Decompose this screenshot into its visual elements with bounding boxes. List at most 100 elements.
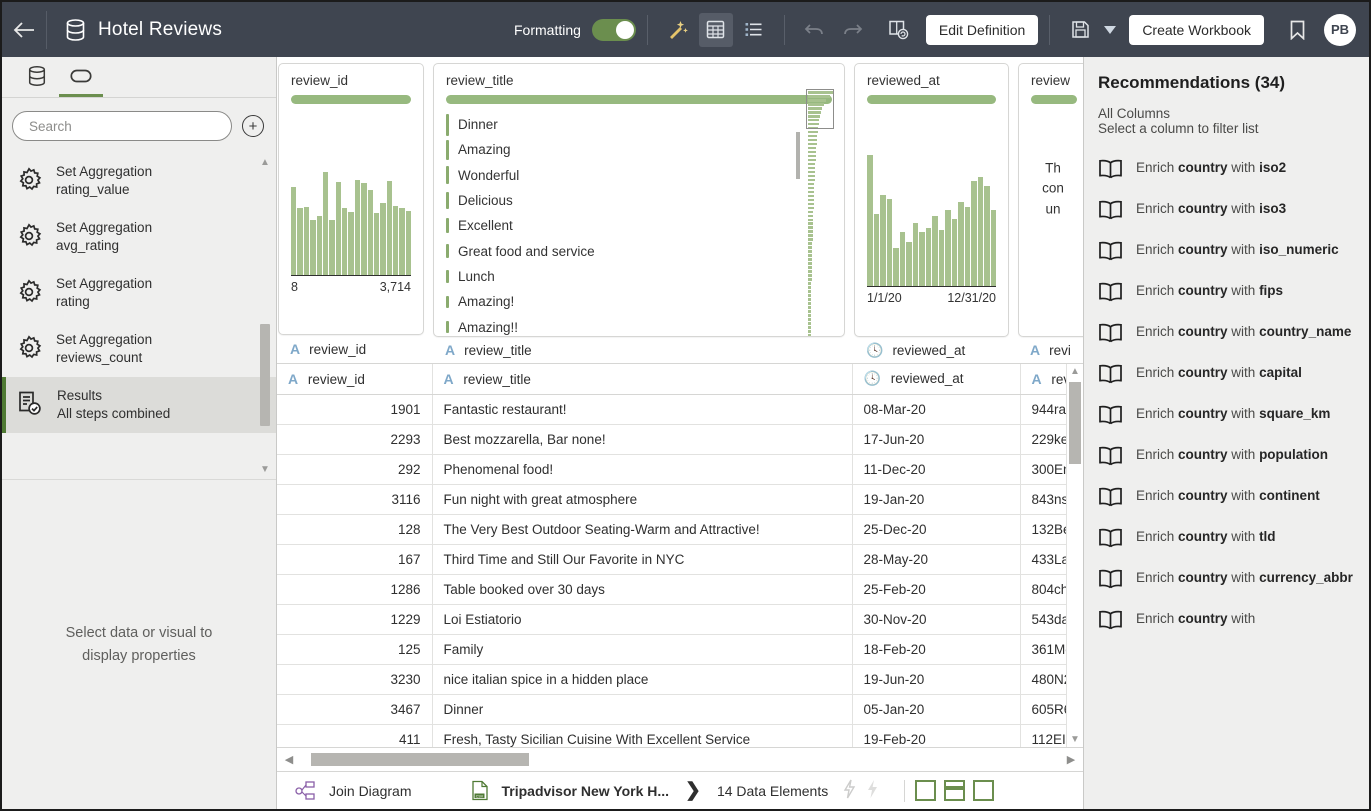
table-row[interactable]: 125Family18-Feb-20361Me xyxy=(277,634,1083,664)
recommendation-item[interactable]: Enrich country with iso_numeric xyxy=(1098,232,1355,273)
recommendation-item[interactable]: Enrich country with population xyxy=(1098,437,1355,478)
lightning-disabled-icon[interactable] xyxy=(842,779,857,802)
edit-definition-button[interactable]: Edit Definition xyxy=(926,15,1038,45)
card-title: reviewed_at xyxy=(867,73,996,88)
category-row[interactable]: Amazing xyxy=(446,137,832,162)
add-step-button[interactable]: + xyxy=(242,115,264,137)
distribution-minimap[interactable] xyxy=(808,91,834,328)
recommendation-label: Enrich country with capital xyxy=(1136,363,1302,382)
step-item[interactable]: Set Aggregationavg_rating xyxy=(2,209,276,265)
table-row[interactable]: 1286Table booked over 30 days25-Feb-2080… xyxy=(277,574,1083,604)
grid-hscroll-thumb[interactable] xyxy=(311,753,529,766)
grid-view-icon[interactable] xyxy=(699,13,733,47)
recommendation-item[interactable]: Enrich country with iso2 xyxy=(1098,150,1355,191)
category-row[interactable]: Lunch xyxy=(446,264,832,289)
column-header[interactable]: A review_id xyxy=(277,364,432,394)
table-row[interactable]: 167Third Time and Still Our Favorite in … xyxy=(277,544,1083,574)
scroll-up-arrow[interactable]: ▲ xyxy=(257,157,273,168)
source-chevron-icon[interactable]: ❯ xyxy=(685,779,701,802)
table-row[interactable]: 3230nice italian spice in a hidden place… xyxy=(277,664,1083,694)
scroll-down-arrow[interactable]: ▼ xyxy=(257,464,273,475)
reset-profile-icon[interactable] xyxy=(882,13,916,47)
recommendations-filter[interactable]: All Columns xyxy=(1098,106,1355,121)
table-row[interactable]: 411Fresh, Tasty Sicilian Cuisine With Ex… xyxy=(277,724,1083,747)
recommendation-label: Enrich country with iso_numeric xyxy=(1136,240,1339,259)
create-workbook-button[interactable]: Create Workbook xyxy=(1129,15,1264,45)
table-row[interactable]: 3467Dinner05-Jan-20605R6 xyxy=(277,694,1083,724)
table-header-row: A review_idA review_title🕓 reviewed_atA … xyxy=(277,364,1083,394)
layout-center-toggle[interactable] xyxy=(944,780,965,801)
category-row[interactable]: Excellent xyxy=(446,213,832,238)
grid-scroll-right[interactable]: ▶ xyxy=(1063,753,1079,766)
grid-scroll-up[interactable]: ▲ xyxy=(1067,366,1083,377)
grid-scroll-thumb[interactable] xyxy=(1069,382,1081,464)
text-type-icon: A xyxy=(1032,371,1042,387)
step-item[interactable]: ResultsAll steps combined xyxy=(2,377,276,433)
step-item[interactable]: Set Aggregationrating xyxy=(2,265,276,321)
recommendation-item[interactable]: Enrich country with country_name xyxy=(1098,314,1355,355)
layout-right-toggle[interactable] xyxy=(973,780,994,801)
table-row[interactable]: 128The Very Best Outdoor Seating-Warm an… xyxy=(277,514,1083,544)
table-row[interactable]: 1229Loi Estiatorio30-Nov-20543da xyxy=(277,604,1083,634)
minimap-scroll-thumb[interactable] xyxy=(796,132,800,179)
grid-scroll-left[interactable]: ◀ xyxy=(281,753,297,766)
card-footer[interactable]: A review_title xyxy=(433,337,845,363)
table-row[interactable]: 2293Best mozzarella, Bar none!17-Jun-202… xyxy=(277,424,1083,454)
recommendation-item[interactable]: Enrich country with tld xyxy=(1098,519,1355,560)
save-dropdown-icon[interactable] xyxy=(1101,13,1119,47)
recommendation-item[interactable]: Enrich country with iso3 xyxy=(1098,191,1355,232)
save-icon[interactable] xyxy=(1063,13,1097,47)
recommendation-item[interactable]: Enrich country with continent xyxy=(1098,478,1355,519)
card-footer[interactable]: A revi xyxy=(1018,337,1083,363)
back-button[interactable] xyxy=(2,2,46,57)
join-diagram-button[interactable]: Join Diagram xyxy=(295,781,411,801)
step-item[interactable]: Set Aggregationrating_value xyxy=(2,153,276,209)
table-cell: 05-Jan-20 xyxy=(852,694,1020,724)
column-header[interactable]: A review_title xyxy=(432,364,852,394)
minimap-viewport[interactable] xyxy=(806,89,834,129)
table-cell: 1901 xyxy=(277,394,432,424)
steps-scrollbar[interactable]: ▲ ▼ xyxy=(257,157,273,475)
prepare-tab[interactable] xyxy=(59,57,103,97)
category-row[interactable]: Delicious xyxy=(446,188,832,213)
grid-horizontal-scrollbar[interactable]: ◀ ▶ xyxy=(277,747,1083,771)
search-input[interactable] xyxy=(27,118,217,135)
category-row[interactable]: Dinner xyxy=(446,112,832,137)
category-row[interactable]: Wonderful xyxy=(446,163,832,188)
grid-vertical-scrollbar[interactable]: ▲ ▼ xyxy=(1066,364,1083,747)
table-row[interactable]: 292Phenomenal food!11-Dec-20300En xyxy=(277,454,1083,484)
table-row[interactable]: 3116Fun night with great atmosphere19-Ja… xyxy=(277,484,1083,514)
category-row[interactable]: Amazing! xyxy=(446,289,832,314)
formatting-toggle[interactable] xyxy=(592,19,636,41)
card-footer[interactable]: 🕓 reviewed_at xyxy=(854,337,1009,363)
left-panel-tabs xyxy=(2,57,276,98)
header-divider-2 xyxy=(647,15,648,45)
avatar[interactable]: PB xyxy=(1324,14,1356,46)
undo-icon[interactable] xyxy=(798,13,832,47)
recommendation-item[interactable]: Enrich country with xyxy=(1098,601,1355,642)
recommendation-item[interactable]: Enrich country with fips xyxy=(1098,273,1355,314)
card-footer[interactable]: A review_id xyxy=(278,335,424,363)
recommendation-item[interactable]: Enrich country with currency_abbr xyxy=(1098,560,1355,601)
column-header[interactable]: 🕓 reviewed_at xyxy=(852,364,1020,394)
histogram-bar xyxy=(932,216,938,286)
step-item[interactable]: Set Aggregationreviews_count xyxy=(2,321,276,377)
grid-scroll-down[interactable]: ▼ xyxy=(1067,734,1083,745)
category-row[interactable]: Amazing!! xyxy=(446,314,832,337)
magic-wand-icon[interactable] xyxy=(661,13,695,47)
minimap-bar xyxy=(808,135,817,138)
table-row[interactable]: 1901Fantastic restaurant!08-Mar-20944ray xyxy=(277,394,1083,424)
data-tab[interactable] xyxy=(15,57,59,97)
scroll-thumb[interactable] xyxy=(260,324,270,426)
category-row[interactable]: Great food and service xyxy=(446,238,832,263)
redo-icon[interactable] xyxy=(836,13,870,47)
source-dataset[interactable]: CSV Tripadvisor New York H... xyxy=(471,780,669,801)
list-view-icon[interactable] xyxy=(737,13,771,47)
histogram-bar xyxy=(913,223,919,286)
bookmark-icon[interactable] xyxy=(1280,13,1314,47)
recommendation-item[interactable]: Enrich country with capital xyxy=(1098,355,1355,396)
search-box[interactable] xyxy=(12,111,232,141)
recommendation-item[interactable]: Enrich country with square_km xyxy=(1098,396,1355,437)
layout-left-toggle[interactable] xyxy=(915,780,936,801)
lightning-icon[interactable] xyxy=(865,779,880,802)
